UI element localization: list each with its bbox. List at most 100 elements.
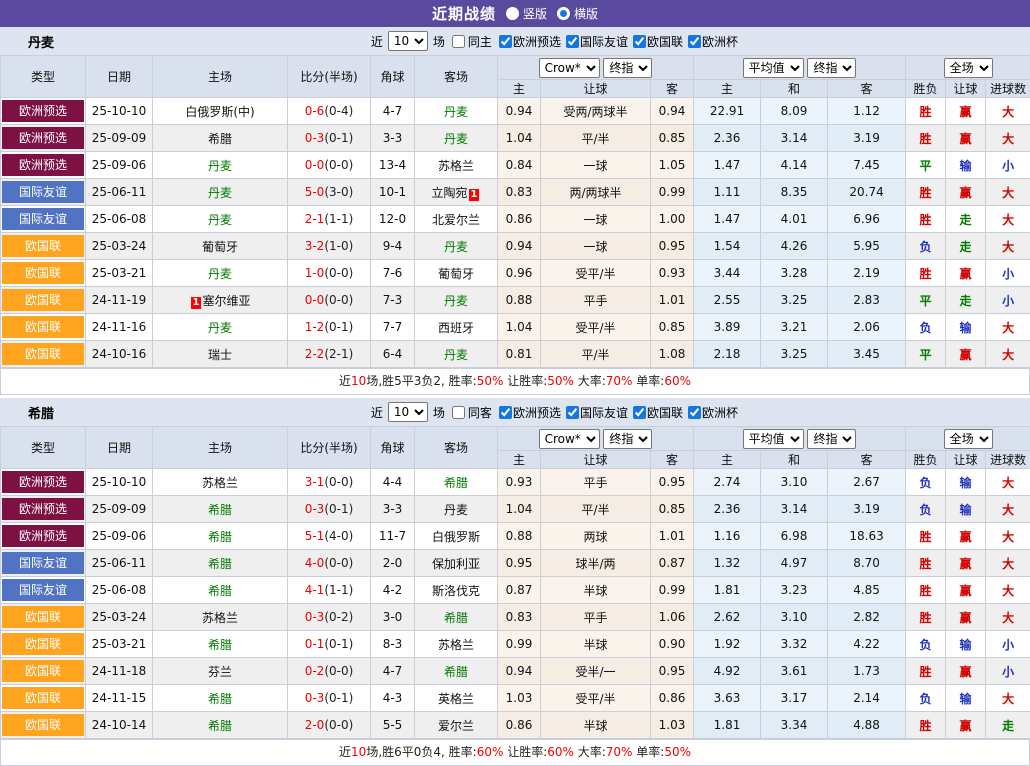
bookmaker-select[interactable]: Crow* (539, 429, 600, 449)
competition-filter[interactable]: 欧洲杯 (683, 33, 738, 50)
competition-checkbox[interactable] (566, 406, 579, 419)
avg-away-cell: 1.12 (828, 98, 906, 125)
home-team-name[interactable]: 丹麦 (208, 267, 232, 281)
competition-checkbox[interactable] (688, 35, 701, 48)
home-team-name[interactable]: 苏格兰 (202, 611, 238, 625)
corner-cell: 4-2 (371, 577, 415, 604)
competition-filter[interactable]: 欧洲预选 (494, 33, 561, 50)
vertical-radio-icon[interactable] (506, 7, 519, 20)
competition-filter[interactable]: 国际友谊 (561, 33, 628, 50)
home-team-name[interactable]: 希腊 (208, 132, 232, 146)
away-team-name[interactable]: 葡萄牙 (438, 267, 474, 281)
away-team-name[interactable]: 丹麦 (444, 132, 468, 146)
final-odds-select[interactable]: 终指 (603, 58, 652, 78)
away-team-name[interactable]: 丹麦 (444, 240, 468, 254)
scope-select[interactable]: 全场 (944, 429, 993, 449)
home-team-name[interactable]: 希腊 (208, 692, 232, 706)
away-team-name[interactable]: 希腊 (444, 611, 468, 625)
away-team-name[interactable]: 白俄罗斯 (432, 530, 480, 544)
home-team-name[interactable]: 希腊 (208, 719, 232, 733)
average-select[interactable]: 平均值 (743, 429, 804, 449)
results-table: 类型 日期 主场 比分(半场) 角球 客场 Crow* 终指 平均值 终指 (0, 55, 1030, 368)
competition-filter[interactable]: 欧洲预选 (494, 404, 561, 421)
away-team-name[interactable]: 丹麦 (444, 503, 468, 517)
competition-badge: 国际友谊 (2, 208, 84, 230)
handicap-result-cell: 走 (946, 233, 986, 260)
competition-filter[interactable]: 欧国联 (628, 33, 683, 50)
summary-line: 近10场,胜6平0负4, 胜率:60% 让胜率:60% 大率:70% 单率:50… (0, 739, 1030, 766)
home-team-name[interactable]: 芬兰 (208, 665, 232, 679)
away-team-name[interactable]: 希腊 (444, 665, 468, 679)
summary-part: 70% (606, 374, 633, 388)
home-team-name[interactable]: 苏格兰 (202, 476, 238, 490)
match-count-select[interactable]: 10 (388, 31, 428, 51)
away-team-name[interactable]: 保加利亚 (432, 557, 480, 571)
corner-cell: 4-7 (371, 658, 415, 685)
competition-cell: 欧国联 (1, 260, 86, 287)
home-team-name[interactable]: 瑞士 (208, 348, 232, 362)
home-team-name[interactable]: 白俄罗斯(中) (185, 105, 254, 119)
average-select[interactable]: 平均值 (743, 58, 804, 78)
competition-checkbox[interactable] (688, 406, 701, 419)
same-side-checkbox[interactable] (452, 406, 465, 419)
match-count-select[interactable]: 10 (388, 402, 428, 422)
home-team-name[interactable]: 塞尔维亚 (202, 294, 250, 308)
away-team-cell: 立陶宛1 (415, 179, 498, 206)
away-team-name[interactable]: 丹麦 (444, 105, 468, 119)
corner-cell: 12-0 (371, 206, 415, 233)
bookmaker-select[interactable]: Crow* (539, 58, 600, 78)
away-team-name[interactable]: 丹麦 (444, 294, 468, 308)
team-title: 丹麦 (28, 32, 54, 51)
home-team-name[interactable]: 希腊 (208, 638, 232, 652)
competition-checkbox[interactable] (499, 35, 512, 48)
home-team-name[interactable]: 葡萄牙 (202, 240, 238, 254)
competition-checkbox[interactable] (633, 35, 646, 48)
final-odds-select-2[interactable]: 终指 (807, 429, 856, 449)
away-team-name[interactable]: 英格兰 (438, 692, 474, 706)
home-team-name[interactable]: 丹麦 (208, 186, 232, 200)
goals-result-cell: 大 (986, 604, 1030, 631)
handicap-cell: 受两/两球半 (541, 98, 651, 125)
home-team-name[interactable]: 丹麦 (208, 213, 232, 227)
scope-select[interactable]: 全场 (944, 58, 993, 78)
home-odds-cell: 1.04 (498, 125, 541, 152)
fulltime-score: 0-2 (305, 664, 325, 678)
competition-cell: 国际友谊 (1, 179, 86, 206)
away-team-name[interactable]: 西班牙 (438, 321, 474, 335)
halftime-score: (0-0) (324, 556, 353, 570)
final-odds-select[interactable]: 终指 (603, 429, 652, 449)
home-team-name[interactable]: 希腊 (208, 584, 232, 598)
same-side-checkbox[interactable] (452, 35, 465, 48)
away-team-name[interactable]: 斯洛伐克 (432, 584, 480, 598)
home-team-name[interactable]: 丹麦 (208, 159, 232, 173)
away-team-name[interactable]: 北爱尔兰 (432, 213, 480, 227)
result-cell: 胜 (906, 604, 946, 631)
layout-horizontal-option[interactable]: 横版 (557, 5, 598, 22)
home-team-name[interactable]: 希腊 (208, 557, 232, 571)
horizontal-radio-icon[interactable] (557, 7, 570, 20)
competition-filter[interactable]: 欧国联 (628, 404, 683, 421)
avg-draw-cell: 6.98 (761, 523, 828, 550)
away-team-name[interactable]: 立陶宛 (432, 186, 468, 200)
away-team-name[interactable]: 希腊 (444, 476, 468, 490)
competition-checkbox[interactable] (633, 406, 646, 419)
competition-checkbox[interactable] (499, 406, 512, 419)
home-team-name[interactable]: 丹麦 (208, 321, 232, 335)
home-odds-cell: 0.83 (498, 179, 541, 206)
halftime-score: (1-1) (324, 212, 353, 226)
away-team-name[interactable]: 苏格兰 (438, 159, 474, 173)
competition-cell: 国际友谊 (1, 550, 86, 577)
home-team-name[interactable]: 希腊 (208, 503, 232, 517)
away-team-cell: 希腊 (415, 658, 498, 685)
layout-vertical-option[interactable]: 竖版 (506, 5, 547, 22)
home-team-name[interactable]: 希腊 (208, 530, 232, 544)
away-team-name[interactable]: 苏格兰 (438, 638, 474, 652)
competition-checkbox[interactable] (566, 35, 579, 48)
final-odds-select-2[interactable]: 终指 (807, 58, 856, 78)
away-team-name[interactable]: 爱尔兰 (438, 719, 474, 733)
corner-cell: 4-3 (371, 685, 415, 712)
competition-filter[interactable]: 欧洲杯 (683, 404, 738, 421)
filter-bar: 希腊 近 10 场 同客 欧洲预选国际友谊欧国联欧洲杯 (0, 398, 1030, 426)
away-team-name[interactable]: 丹麦 (444, 348, 468, 362)
competition-filter[interactable]: 国际友谊 (561, 404, 628, 421)
